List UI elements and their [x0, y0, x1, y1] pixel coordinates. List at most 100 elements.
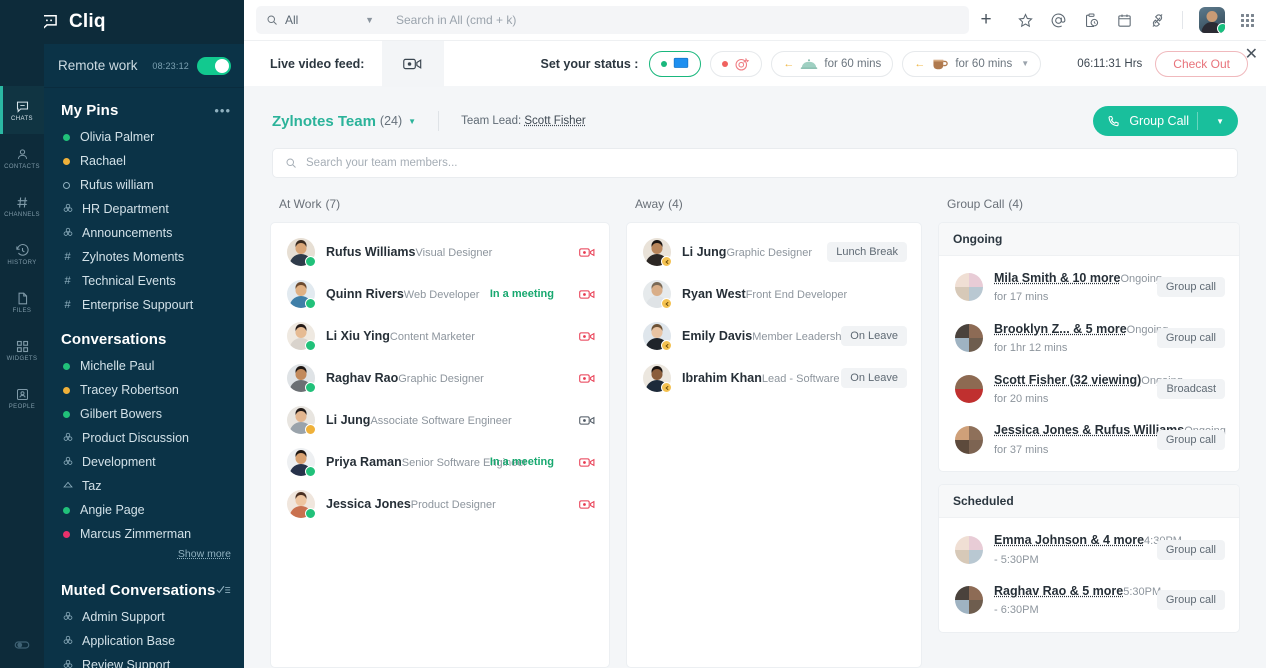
mentions-at-icon[interactable] [1050, 12, 1067, 29]
close-icon[interactable]: ✕ [1245, 47, 1258, 63]
video-call-icon[interactable] [579, 289, 595, 300]
muted-conversation-item[interactable]: Application Base [44, 629, 244, 653]
away-person-row[interactable]: Ryan WestFront End Developer [627, 273, 921, 315]
pin-item[interactable]: #Enterprise Suppourt [44, 293, 244, 317]
rail-label-contacts: CONTACTS [4, 164, 40, 170]
video-call-icon[interactable] [579, 331, 595, 342]
avatar [287, 406, 315, 434]
ongoing-call-row[interactable]: Mila Smith & 10 moreOngoing for 17 minsG… [939, 262, 1239, 313]
at-work-person-row[interactable]: Quinn RiversWeb DeveloperIn a meeting [271, 273, 609, 315]
search-scope-selector[interactable]: All ▼ [256, 6, 384, 34]
status-option-busy[interactable] [710, 51, 762, 77]
status-option-available[interactable] [649, 51, 701, 77]
muted-conversation-item[interactable]: Admin Support [44, 605, 244, 629]
video-call-icon[interactable] [579, 499, 595, 510]
pin-item[interactable]: HR Department [44, 197, 244, 221]
rail-item-files[interactable]: FILES [0, 278, 44, 326]
person-role: Web Developer [404, 289, 480, 301]
conversation-item[interactable]: Tracey Robertson [44, 378, 244, 402]
live-video-feed-button[interactable] [382, 41, 444, 87]
column-away: Away(4) Li JungGraphic DesignerLunch Bre… [626, 196, 922, 668]
presence-badge-away [661, 256, 672, 267]
mark-all-read-icon[interactable] [216, 584, 231, 598]
person-name: Li Jung [682, 245, 726, 259]
rail-item-chats[interactable]: CHATS [0, 86, 44, 134]
ongoing-call-row[interactable]: Jessica Jones & Rufus WilliamsOngoing fo… [939, 414, 1239, 465]
rail-bottom-toggle[interactable] [0, 636, 44, 654]
hash-icon: # [63, 276, 72, 287]
ongoing-call-row[interactable]: Scott Fisher (32 viewing)Ongoing for 20 … [939, 364, 1239, 415]
pin-item[interactable]: Rachael [44, 149, 244, 173]
call-type-chip[interactable]: Broadcast [1157, 379, 1225, 399]
call-type-chip[interactable]: Group call [1157, 277, 1225, 297]
team-lead-prefix: Team Lead: [461, 115, 521, 127]
at-work-person-row[interactable]: Rufus WilliamsVisual Designer [271, 231, 609, 273]
conversation-item[interactable]: Product Discussion [44, 426, 244, 450]
video-call-icon[interactable] [579, 373, 595, 384]
conversation-item[interactable]: Gilbert Bowers [44, 402, 244, 426]
status-option-meal[interactable]: ← for 60 mins [771, 51, 893, 77]
pin-item[interactable]: #Technical Events [44, 269, 244, 293]
muted-conversations-header: Muted Conversations [44, 568, 244, 605]
group-call-caret-icon[interactable]: ▼ [1206, 117, 1234, 126]
scheduled-call-row[interactable]: Emma Johnson & 4 more4:30PM - 5:30PMGrou… [939, 524, 1239, 575]
remote-work-toggle[interactable] [197, 57, 231, 75]
conversation-item[interactable]: Angie Page [44, 498, 244, 522]
rail-item-history[interactable]: HISTORY [0, 230, 44, 278]
at-work-person-row[interactable]: Jessica JonesProduct Designer [271, 483, 609, 525]
ellipsis-icon[interactable]: ••• [214, 103, 231, 118]
avatar [643, 238, 671, 266]
conversation-item[interactable]: Taz [44, 474, 244, 498]
chevron-down-icon[interactable]: ▼ [1021, 59, 1029, 68]
person-info: Ibrahim KhanLead - Software Engineer [682, 369, 830, 387]
global-search-input[interactable]: Search in All (cmd + k) [384, 6, 969, 34]
video-call-icon[interactable] [579, 415, 595, 426]
plug-integrations-icon[interactable] [1149, 12, 1166, 29]
muted-conversation-item[interactable]: Review Support [44, 653, 244, 668]
call-type-chip[interactable]: Group call [1157, 590, 1225, 610]
ongoing-call-row[interactable]: Brooklyn Z... & 5 moreOngoing for 1hr 12… [939, 313, 1239, 364]
team-lead-name[interactable]: Scott Fisher [524, 115, 585, 127]
chevron-down-icon[interactable]: ▼ [408, 117, 416, 126]
team-search-input[interactable]: Search your team members... [272, 148, 1238, 178]
rail-item-channels[interactable]: CHANNELS [0, 182, 44, 230]
add-new-button[interactable]: + [969, 6, 1003, 34]
conversation-item-label: Product Discussion [82, 431, 189, 445]
rail-item-widgets[interactable]: WIDGETS [0, 326, 44, 374]
away-person-row[interactable]: Emily DavisMember Leadership staffOn Lea… [627, 315, 921, 357]
star-icon[interactable] [1017, 12, 1034, 29]
at-work-person-row[interactable]: Raghav RaoGraphic Designer [271, 357, 609, 399]
call-type-chip[interactable]: Group call [1157, 430, 1225, 450]
rail-item-people[interactable]: PEOPLE [0, 374, 44, 422]
rail-item-contacts[interactable]: CONTACTS [0, 134, 44, 182]
show-more-link[interactable]: Show more [44, 546, 244, 568]
at-work-person-row[interactable]: Priya RamanSenior Software EngineerIn a … [271, 441, 609, 483]
remote-work-row[interactable]: Remote work 08:23:12 [44, 44, 244, 88]
check-out-button[interactable]: Check Out [1155, 51, 1248, 77]
conversation-item[interactable]: Development [44, 450, 244, 474]
away-person-row[interactable]: Li JungGraphic DesignerLunch Break [627, 231, 921, 273]
conversation-item[interactable]: Marcus Zimmerman [44, 522, 244, 546]
pin-item[interactable]: Olivia Palmer [44, 125, 244, 149]
group-call-button[interactable]: Group Call ▼ [1093, 106, 1238, 136]
team-name[interactable]: Zylnotes Team [272, 113, 376, 130]
pin-item[interactable]: Announcements [44, 221, 244, 245]
pin-item[interactable]: Rufus william [44, 173, 244, 197]
call-type-chip[interactable]: Group call [1157, 540, 1225, 560]
calendar-icon[interactable] [1116, 12, 1133, 29]
clipboard-clock-icon[interactable] [1083, 12, 1100, 29]
video-camera-icon [403, 57, 423, 71]
sidebar-scroll[interactable]: My Pins ••• Olivia PalmerRachaelRufus wi… [44, 88, 244, 668]
scheduled-call-row[interactable]: Raghav Rao & 5 more5:30PM - 6:30PMGroup … [939, 575, 1239, 626]
away-person-row[interactable]: Ibrahim KhanLead - Software EngineerOn L… [627, 357, 921, 399]
at-work-person-row[interactable]: Li JungAssociate Software Engineer [271, 399, 609, 441]
apps-grid-icon[interactable] [1241, 14, 1254, 27]
pin-item[interactable]: #Zylnotes Moments [44, 245, 244, 269]
status-option-coffee[interactable]: ← for 60 mins ▼ [902, 51, 1041, 77]
at-work-person-row[interactable]: Li Xiu YingContent Marketer [271, 315, 609, 357]
user-avatar[interactable] [1199, 7, 1225, 33]
video-call-icon[interactable] [579, 247, 595, 258]
call-type-chip[interactable]: Group call [1157, 328, 1225, 348]
conversation-item[interactable]: Michelle Paul [44, 354, 244, 378]
video-call-icon[interactable] [579, 457, 595, 468]
